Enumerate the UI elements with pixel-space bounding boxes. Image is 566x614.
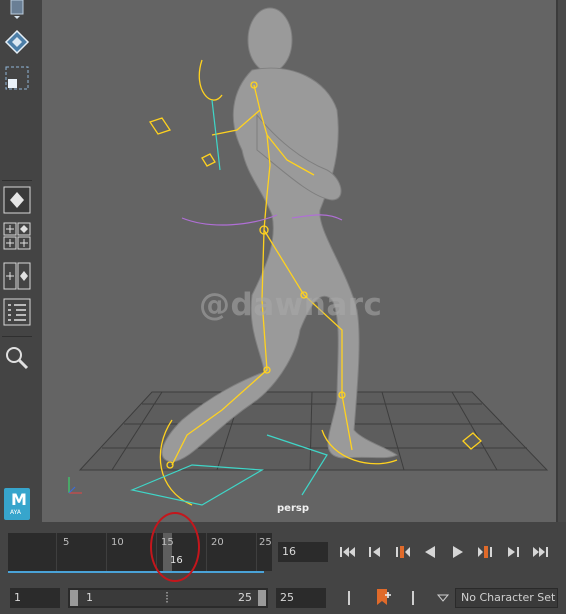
tick-label-5: 5 (63, 537, 70, 548)
playback-range-line (8, 571, 264, 573)
toolbox: M AYA (0, 0, 36, 528)
step-back-frame-icon[interactable] (363, 541, 385, 563)
auto-key-icon[interactable] (373, 587, 393, 609)
tick-label-10: 10 (111, 537, 124, 548)
ground-grid (78, 391, 549, 471)
range-grip-icon[interactable] (166, 592, 168, 604)
tick-label-25: 25 (259, 537, 272, 548)
chevron-down-icon[interactable] (436, 591, 450, 605)
move-tool-icon[interactable] (3, 0, 31, 20)
range-inner-start: 1 (86, 591, 93, 604)
range-end-handle[interactable] (258, 590, 266, 606)
annotation-circle (150, 512, 200, 582)
camera-label: persp (277, 503, 309, 514)
perspective-viewport[interactable]: @dawnarc persp (42, 0, 556, 522)
character-set-dropdown[interactable]: No Character Set (455, 588, 558, 608)
two-view-layout-icon[interactable] (3, 262, 31, 290)
search-icon[interactable] (3, 344, 31, 372)
scale-tool-icon[interactable] (3, 64, 31, 92)
axis-gizmo (68, 477, 82, 494)
step-forward-key-icon[interactable] (475, 541, 497, 563)
anim-prefs-tick-icon[interactable] (406, 588, 420, 608)
watermark-text: @dawnarc (199, 287, 383, 323)
range-start-handle[interactable] (70, 590, 78, 606)
maya-logo: M AYA (3, 488, 31, 520)
maya-logo-letter: M (11, 490, 27, 509)
current-frame-field[interactable]: 16 (278, 542, 328, 562)
viewport-right-gutter (556, 0, 566, 522)
animation-start-field[interactable]: 1 (10, 588, 60, 608)
animation-end-field[interactable]: 25 (276, 588, 326, 608)
viewport-scene (68, 7, 549, 506)
four-view-layout-icon[interactable] (3, 222, 31, 250)
go-to-start-icon[interactable] (336, 541, 358, 563)
play-forwards-icon[interactable] (447, 541, 469, 563)
step-back-key-icon[interactable] (391, 541, 413, 563)
maya-logo-sub: AYA (10, 509, 21, 516)
time-slider[interactable]: 5 10 15 20 25 16 (8, 533, 272, 571)
single-perspective-layout-icon[interactable] (3, 186, 31, 214)
outliner-layout-icon[interactable] (3, 298, 31, 326)
tick-label-20: 20 (211, 537, 224, 548)
range-inner-end: 25 (238, 591, 252, 604)
key-tick-icon[interactable] (342, 588, 356, 608)
rotate-tool-icon[interactable] (3, 28, 31, 56)
range-slider-bar (70, 590, 266, 606)
step-forward-frame-icon[interactable] (503, 541, 525, 563)
range-slider[interactable]: 1 25 (68, 588, 268, 608)
play-backwards-icon[interactable] (419, 541, 441, 563)
go-to-end-icon[interactable] (530, 541, 552, 563)
